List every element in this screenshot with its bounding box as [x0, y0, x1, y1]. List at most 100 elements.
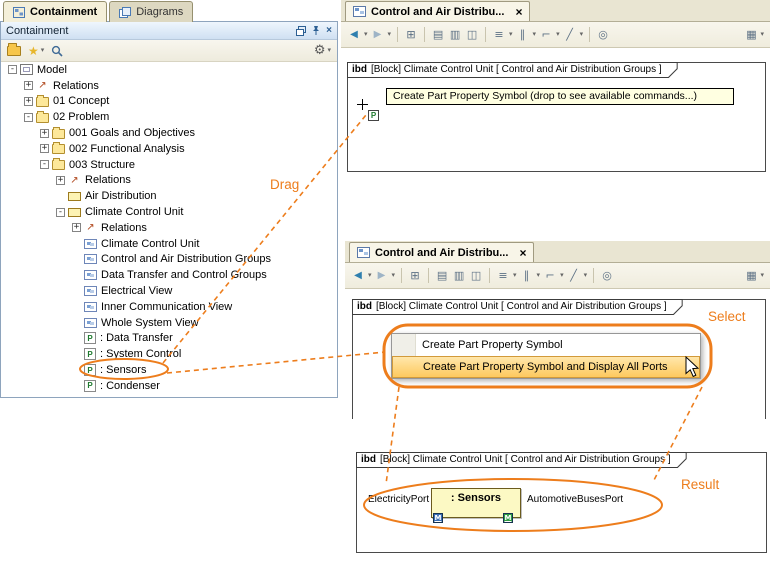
diagram-canvas[interactable]: ibd[Block] Climate Control Unit [ Contro… [341, 48, 770, 232]
tree-item-label[interactable]: Electrical View [101, 285, 172, 297]
tree-expand-toggle[interactable]: + [40, 144, 49, 153]
tree-item-part-sensors[interactable]: P: Sensors [2, 362, 336, 378]
diagram-tab[interactable]: Control and Air Distribu... × [349, 242, 534, 262]
distribute-icon[interactable]: ∥ [516, 29, 530, 40]
zoom-icon[interactable]: ◎ [600, 270, 614, 281]
distribute-icon[interactable]: ∥ [520, 270, 534, 281]
favorites-caret-icon[interactable]: ▾ [41, 47, 45, 54]
electricity-port-symbol[interactable]: M [433, 513, 443, 523]
path-caret-icon[interactable]: ▾ [556, 31, 560, 38]
rectilinear-path-icon[interactable]: ⌐ [539, 29, 553, 40]
tree-item-model[interactable]: - Model [2, 62, 336, 78]
tree-item-data-transfer-groups-diagram[interactable]: Data Transfer and Control Groups [2, 267, 336, 283]
paste-icon[interactable]: ▥ [452, 270, 466, 281]
forward-icon[interactable]: ▶ [375, 271, 389, 281]
containment-tree[interactable]: - Model +↗Relations +01 Concept - 02 Probl… [2, 62, 336, 396]
tree-item-label[interactable]: Relations [101, 222, 147, 234]
tree-item-label[interactable]: Whole System View [101, 317, 199, 329]
tree-item-label[interactable]: Model [37, 64, 67, 76]
tree-item-label[interactable]: Inner Communication View [101, 301, 232, 313]
copy-icon[interactable]: ▤ [431, 29, 445, 40]
zoom-icon[interactable]: ◎ [596, 29, 610, 40]
tab-diagrams[interactable]: Diagrams [109, 1, 193, 22]
tree-item-002-functional[interactable]: +002 Functional Analysis [2, 141, 336, 157]
search-icon[interactable] [51, 45, 63, 57]
pin-icon[interactable] [311, 25, 321, 36]
tree-item-label[interactable]: : Condenser [100, 380, 160, 392]
copy-icon[interactable]: ▤ [435, 270, 449, 281]
tree-item-001-goals[interactable]: +001 Goals and Objectives [2, 125, 336, 141]
paste-icon[interactable]: ▥ [448, 29, 462, 40]
distribute-caret-icon[interactable]: ▾ [537, 272, 541, 279]
back-caret-icon[interactable]: ▾ [364, 31, 368, 38]
forward-caret-icon[interactable]: ▾ [392, 272, 396, 279]
grid-caret-icon[interactable]: ▾ [760, 31, 764, 38]
tree-expand-toggle[interactable]: + [56, 176, 65, 185]
oblique-path-icon[interactable]: ╱ [563, 29, 577, 40]
forward-icon[interactable]: ▶ [371, 30, 385, 40]
tree-item-label[interactable]: Relations [53, 80, 99, 92]
tree-item-label[interactable]: 001 Goals and Objectives [69, 127, 195, 139]
grid-options-icon[interactable]: ▦ [744, 29, 758, 40]
tree-item-label[interactable]: Data Transfer and Control Groups [101, 269, 267, 281]
tree-item-air-distribution[interactable]: Air Distribution [2, 188, 336, 204]
grid-options-icon[interactable]: ▦ [744, 270, 758, 281]
clone-icon[interactable]: ◫ [465, 29, 479, 40]
tree-item-label[interactable]: 003 Structure [69, 159, 135, 171]
tree-expand-toggle[interactable]: + [40, 129, 49, 138]
grid-caret-icon[interactable]: ▾ [760, 272, 764, 279]
distribute-caret-icon[interactable]: ▾ [533, 31, 537, 38]
tree-item-label[interactable]: Air Distribution [85, 190, 157, 202]
tree-item-inner-communication-diagram[interactable]: Inner Communication View [2, 299, 336, 315]
close-tab-icon[interactable]: × [519, 246, 526, 260]
oblique-caret-icon[interactable]: ▾ [584, 272, 588, 279]
tree-item-label[interactable]: Control and Air Distribution Groups [101, 253, 271, 265]
tree-expand-toggle[interactable]: - [24, 113, 33, 122]
menu-item-create-part-property-all-ports[interactable]: Create Part Property Symbol and Display … [392, 356, 700, 378]
tree-expand-toggle[interactable]: + [72, 223, 81, 232]
align-icon[interactable]: ≡ [496, 270, 510, 281]
float-window-icon[interactable] [296, 26, 306, 36]
tree-item-whole-system-diagram[interactable]: Whole System View [2, 315, 336, 331]
oblique-caret-icon[interactable]: ▾ [580, 31, 584, 38]
tree-expand-toggle[interactable]: - [56, 208, 65, 217]
tab-containment[interactable]: Containment [3, 1, 107, 22]
diagram-canvas[interactable]: ibd[Block] Climate Control Unit [ Contro… [345, 289, 770, 419]
favorites-star-icon[interactable]: ★ [28, 45, 39, 57]
tree-item-relations[interactable]: +↗Relations [2, 220, 336, 236]
forward-caret-icon[interactable]: ▾ [388, 31, 392, 38]
tree-expand-toggle[interactable]: - [8, 65, 17, 74]
tree-item-label[interactable]: Climate Control Unit [85, 206, 183, 218]
select-in-tree-icon[interactable]: ⊞ [408, 270, 422, 281]
tree-item-ccu-diagram[interactable]: Climate Control Unit [2, 236, 336, 252]
oblique-path-icon[interactable]: ╱ [567, 270, 581, 281]
tree-item-label[interactable]: Climate Control Unit [101, 238, 199, 250]
tree-item-label[interactable]: 01 Concept [53, 95, 109, 107]
rectilinear-path-icon[interactable]: ⌐ [543, 270, 557, 281]
tree-item-electrical-view-diagram[interactable]: Electrical View [2, 283, 336, 299]
close-icon[interactable]: × [326, 26, 332, 36]
automotive-buses-port-symbol[interactable]: M [503, 513, 513, 523]
tree-item-relations[interactable]: +↗Relations [2, 78, 336, 94]
align-caret-icon[interactable]: ▾ [509, 31, 513, 38]
open-folder-icon[interactable] [7, 46, 21, 56]
diagram-tab[interactable]: Control and Air Distribu... × [345, 1, 530, 21]
tree-expand-toggle[interactable]: + [24, 97, 33, 106]
clone-icon[interactable]: ◫ [469, 270, 483, 281]
tree-item-003-structure[interactable]: -003 Structure [2, 157, 336, 173]
tree-item-part-condenser[interactable]: P: Condenser [2, 378, 336, 394]
align-icon[interactable]: ≡ [492, 29, 506, 40]
select-in-tree-icon[interactable]: ⊞ [404, 29, 418, 40]
tree-expand-toggle[interactable]: + [24, 81, 33, 90]
menu-item-create-part-property[interactable]: Create Part Property Symbol [392, 334, 700, 356]
tree-item-label[interactable]: : Sensors [100, 364, 146, 376]
tree-item-label[interactable]: : Data Transfer [100, 332, 173, 344]
tree-item-part-data-transfer[interactable]: P: Data Transfer [2, 331, 336, 347]
tree-item-02-problem[interactable]: - 02 Problem [2, 109, 336, 125]
tree-item-label[interactable]: 02 Problem [53, 111, 109, 123]
tree-item-label[interactable]: 002 Functional Analysis [69, 143, 185, 155]
tree-item-label[interactable]: : System Control [100, 348, 181, 360]
tree-item-relations[interactable]: +↗Relations [2, 173, 336, 189]
tree-item-climate-control-unit[interactable]: - Climate Control Unit [2, 204, 336, 220]
path-caret-icon[interactable]: ▾ [560, 272, 564, 279]
